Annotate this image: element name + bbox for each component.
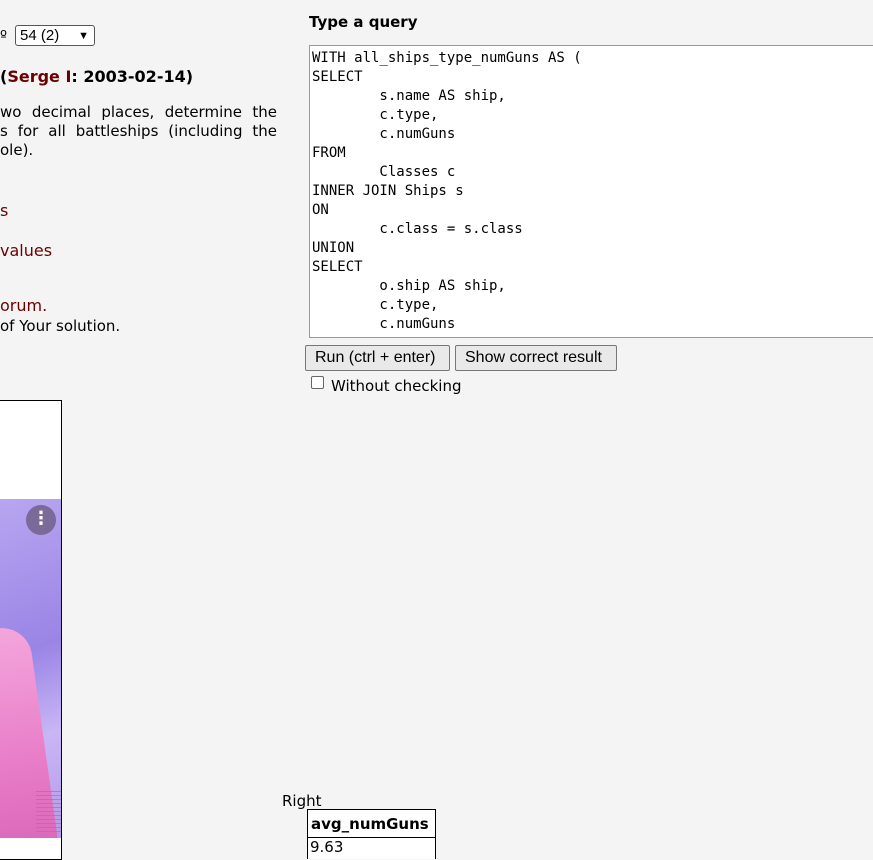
sql-editor[interactable]: WITH all_ships_type_numGuns AS ( SELECT … [309, 45, 873, 338]
result-label: Right [282, 792, 322, 810]
query-title: Type a query [309, 13, 418, 31]
task-heading: (Serge I: 2003-02-14) [0, 67, 193, 86]
result-column-header: avg_numGuns [311, 815, 429, 833]
null-values-link[interactable]: values [0, 241, 52, 260]
task-text-line: ole). [0, 141, 34, 159]
task-select-value: 54 (2) [20, 27, 60, 44]
more-options-icon[interactable]: ⋮ [26, 505, 56, 535]
help-link[interactable]: s [0, 201, 8, 220]
solution-note: of Your solution. [0, 317, 121, 335]
ad-fineprint [36, 791, 61, 833]
task-text-line: wo decimal places, determine the [0, 103, 277, 121]
run-button[interactable]: Run (ctrl + enter) [305, 345, 450, 371]
chevron-down-icon: ▼ [78, 30, 89, 42]
task-text-line: s for all battleships (including the [0, 122, 277, 140]
task-description: wo decimal places, determine the s for a… [0, 103, 277, 160]
show-correct-result-button[interactable]: Show correct result [455, 345, 617, 371]
advertisement-frame: ⋮ [0, 400, 62, 860]
task-date: : 2003-02-14) [71, 67, 194, 86]
forum-link[interactable]: orum. [0, 296, 47, 315]
without-checking-label: Without checking [331, 377, 462, 395]
ad-image[interactable]: ⋮ [0, 499, 61, 838]
task-select[interactable]: 54 (2) ▼ [15, 25, 95, 46]
without-checking-checkbox[interactable] [311, 376, 324, 389]
task-number-label: º [0, 27, 8, 45]
result-cell: 9.63 [310, 838, 344, 856]
author-name: Serge I [7, 67, 72, 86]
